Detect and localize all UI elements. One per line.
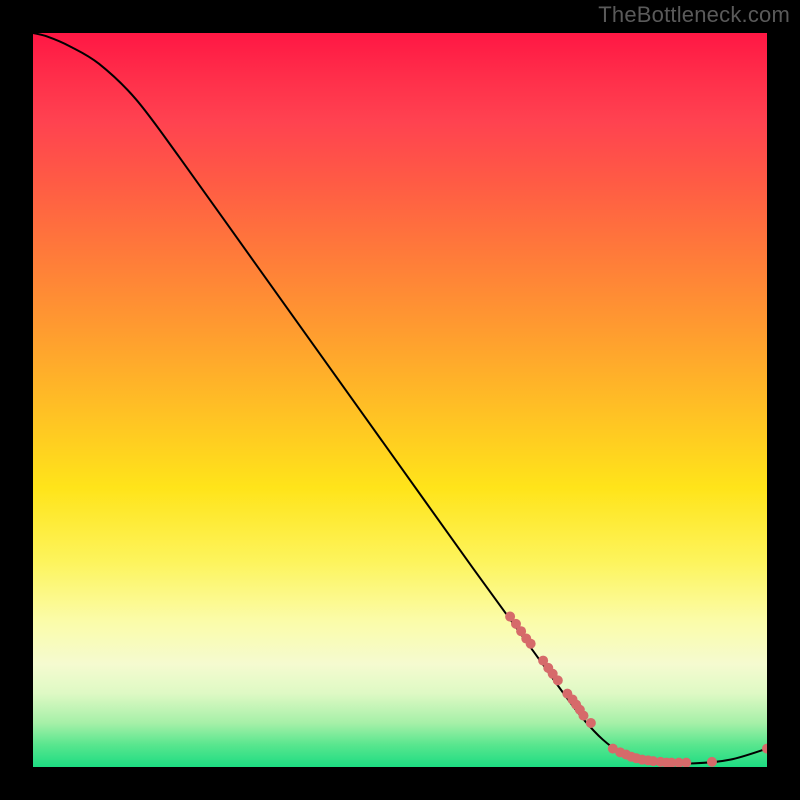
- chart-curve: [33, 33, 767, 764]
- data-dot: [707, 757, 717, 767]
- data-dot: [579, 711, 589, 721]
- chart-svg: [33, 33, 767, 767]
- watermark-text: TheBottleneck.com: [598, 2, 790, 28]
- data-dot: [586, 718, 596, 728]
- chart-plot-area: [33, 33, 767, 767]
- data-dot: [762, 744, 767, 754]
- data-dot: [553, 675, 563, 685]
- chart-data-dots: [505, 612, 767, 767]
- data-dot: [681, 758, 691, 767]
- data-dot: [526, 639, 536, 649]
